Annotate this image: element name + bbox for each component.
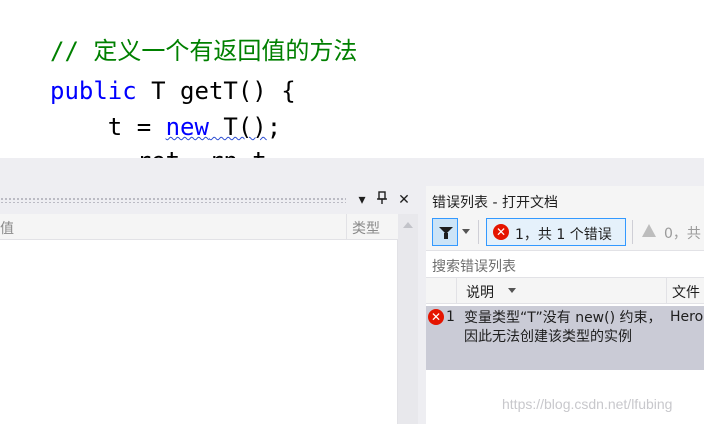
- column-file-header[interactable]: 文件: [672, 282, 700, 302]
- error-squiggle-text[interactable]: T(): [209, 113, 266, 141]
- code-line-assign: t = new T();: [50, 112, 281, 142]
- close-icon[interactable]: ✕: [396, 191, 412, 209]
- keyword-new[interactable]: new: [166, 113, 209, 141]
- filter-dropdown-icon[interactable]: [462, 229, 470, 234]
- watch-window: ▾ ✕ 值 类型: [0, 186, 418, 424]
- error-icon: ✕: [493, 224, 509, 240]
- vertical-scrollbar[interactable]: [398, 214, 418, 424]
- error-list-toolbar: ✕ 1，共 1 个错误 0，共: [426, 214, 704, 250]
- vertical-splitter[interactable]: [418, 186, 426, 424]
- error-file: Hero: [670, 309, 704, 325]
- search-placeholder: 搜索错误列表: [432, 259, 516, 275]
- method-signature: T getT() {: [136, 77, 296, 105]
- errors-toggle-button[interactable]: ✕ 1，共 1 个错误: [486, 218, 626, 246]
- column-divider[interactable]: [346, 214, 347, 240]
- watch-column-header: 值 类型: [0, 214, 418, 240]
- drag-grip[interactable]: [0, 197, 346, 203]
- filter-button[interactable]: [432, 218, 458, 246]
- column-description-header[interactable]: 说明: [466, 282, 494, 302]
- toolbar-divider: [632, 220, 633, 244]
- error-number: 1: [446, 309, 455, 325]
- assign-prefix: t =: [50, 113, 166, 141]
- keyword-public: public: [50, 77, 137, 105]
- sort-descending-icon[interactable]: [508, 288, 516, 293]
- scroll-up-arrow-icon[interactable]: [403, 222, 413, 228]
- error-list-column-header: 说明 文件: [426, 278, 704, 304]
- error-list-window: 错误列表 - 打开文档 ✕ 1，共 1 个错误 0，共 搜索错误列表 说明 文件…: [426, 186, 704, 424]
- code-editor[interactable]: // 定义一个有返回值的方法 public T getT() { t = new…: [0, 0, 704, 158]
- error-description: 变量类型“T”没有 new() 约束，因此无法创建该类型的实例: [464, 310, 662, 345]
- column-divider[interactable]: [456, 278, 457, 304]
- error-icon: ✕: [428, 309, 444, 325]
- watch-titlebar[interactable]: ▾ ✕: [0, 186, 418, 214]
- code-line-method: public T getT() {: [50, 76, 296, 106]
- column-divider[interactable]: [666, 278, 667, 304]
- toolbar-divider: [478, 220, 479, 244]
- column-value-header[interactable]: 值: [0, 218, 14, 238]
- code-comment: // 定义一个有返回值的方法: [50, 37, 358, 65]
- code-line-return: ret rn t: [50, 146, 267, 158]
- search-error-list-input[interactable]: 搜索错误列表: [426, 250, 704, 278]
- error-list-title: 错误列表 - 打开文档: [432, 195, 558, 211]
- warnings-count-label[interactable]: 0，共: [664, 223, 701, 243]
- watermark: https://blog.csdn.net/lfubing: [502, 396, 673, 412]
- window-position-dropdown-icon[interactable]: ▾: [354, 191, 370, 209]
- warning-icon[interactable]: [642, 224, 656, 237]
- errors-count-label: 1，共 1 个错误: [515, 227, 612, 243]
- horizontal-splitter[interactable]: [0, 158, 704, 186]
- column-type-header[interactable]: 类型: [352, 218, 380, 238]
- table-row[interactable]: ✕ 1 变量类型“T”没有 new() 约束，因此无法创建该类型的实例 Hero: [426, 306, 704, 370]
- watch-body[interactable]: [0, 240, 398, 424]
- semicolon: ;: [266, 113, 282, 141]
- pin-icon[interactable]: [374, 191, 390, 210]
